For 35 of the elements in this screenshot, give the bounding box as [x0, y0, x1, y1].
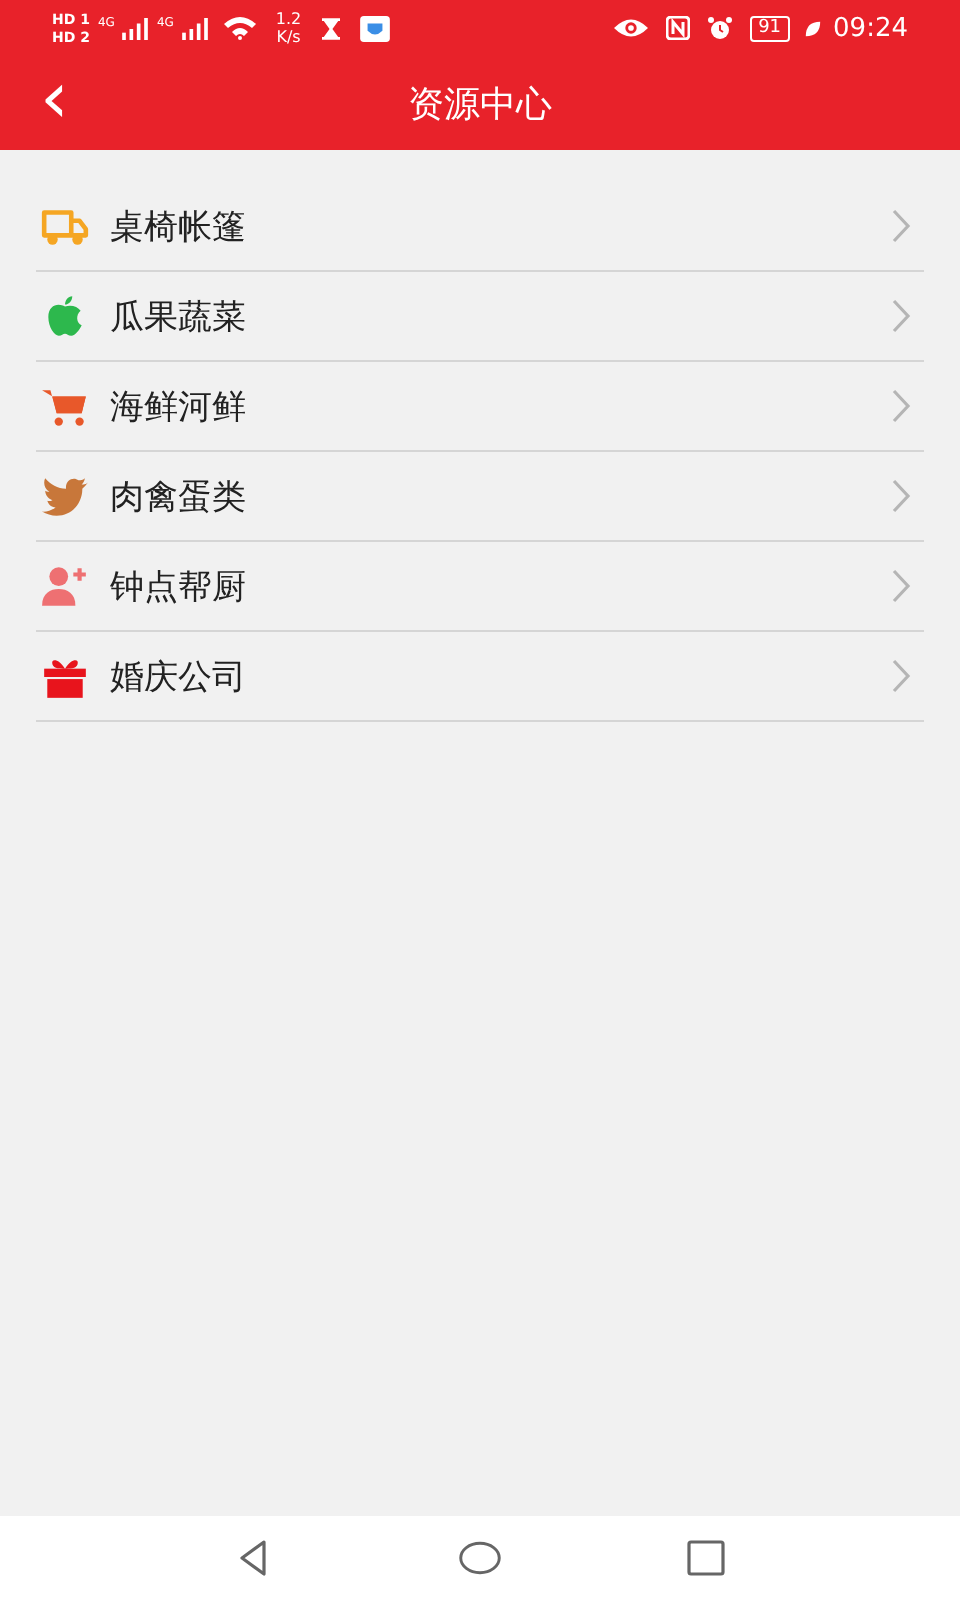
signal-icon — [181, 17, 208, 39]
category-item[interactable]: 婚庆公司 — [36, 632, 924, 722]
leaf-icon — [803, 19, 822, 37]
page-title: 资源中心 — [408, 81, 552, 127]
back-button[interactable]: ‹ — [28, 64, 81, 136]
home-icon[interactable] — [457, 1538, 502, 1578]
category-label: 海鲜河鲜 — [110, 385, 248, 429]
category-item[interactable]: 钟点帮厨 — [36, 542, 924, 632]
category-label: 钟点帮厨 — [110, 565, 248, 609]
chevron-right-icon — [890, 298, 912, 334]
network-speed: 1.2 — [275, 10, 302, 28]
app-icon — [359, 15, 390, 41]
eye-icon — [614, 16, 649, 40]
alarm-icon — [708, 16, 733, 40]
hourglass-icon — [321, 17, 340, 39]
chevron-right-icon — [890, 388, 912, 424]
wifi-icon — [223, 16, 256, 40]
category-label: 瓜果蔬菜 — [110, 295, 248, 339]
signal-icon — [122, 17, 149, 39]
nfc-icon — [666, 16, 691, 40]
chevron-right-icon — [890, 658, 912, 694]
recent-apps-icon[interactable] — [684, 1538, 729, 1578]
category-label: 婚庆公司 — [110, 655, 248, 699]
chevron-right-icon — [890, 208, 912, 244]
chevron-right-icon — [890, 478, 912, 514]
category-item[interactable]: 瓜果蔬菜 — [36, 272, 924, 362]
category-label: 桌椅帐篷 — [110, 205, 248, 249]
category-item[interactable]: 肉禽蛋类 — [36, 452, 924, 542]
speed-unit: K/s — [276, 28, 301, 46]
battery-level: 91 — [750, 15, 790, 41]
chevron-right-icon — [890, 568, 912, 604]
clock-time: 09:24 — [833, 13, 908, 43]
category-item[interactable]: 海鲜河鲜 — [36, 362, 924, 452]
category-label: 肉禽蛋类 — [110, 475, 248, 519]
category-item[interactable]: 桌椅帐篷 — [36, 182, 924, 272]
